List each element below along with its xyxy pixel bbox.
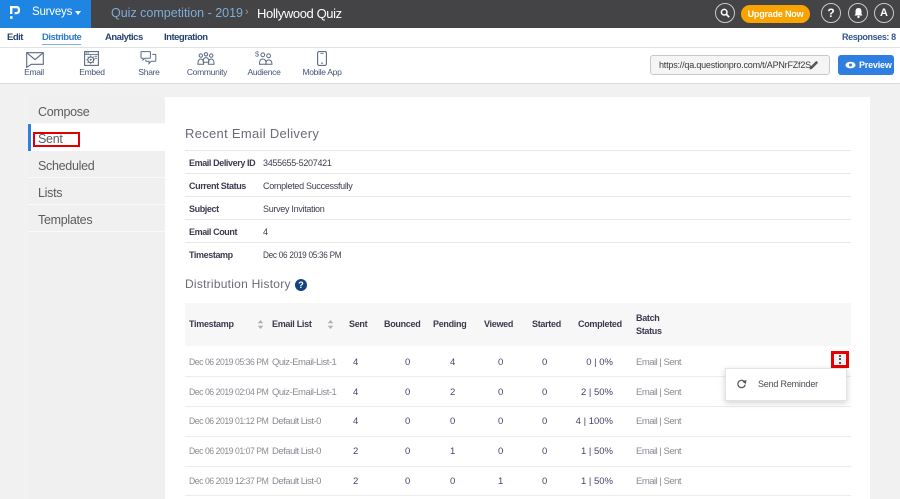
svg-text:$: $	[255, 50, 260, 59]
